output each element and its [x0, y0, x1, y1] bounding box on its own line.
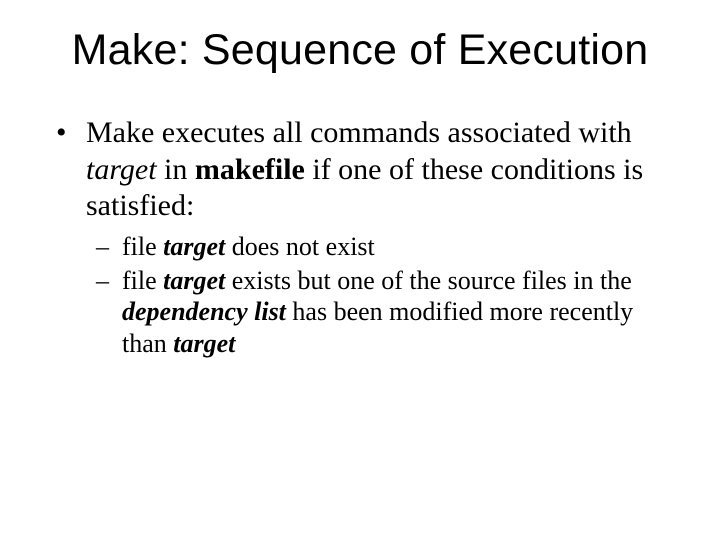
bullet-1-text-pre: Make executes all commands associated wi… [86, 116, 632, 149]
sub-bullet-1: file target does not exist [116, 231, 676, 263]
sub-bullet-2-target2: target [173, 329, 235, 358]
slide: Make: Sequence of Execution Make execute… [0, 0, 720, 540]
bullet-1-target: target [86, 153, 157, 186]
bullet-list: Make executes all commands associated wi… [44, 115, 676, 360]
sub-bullet-1-pre: file [122, 232, 163, 261]
sub-bullet-list: file target does not exist file target e… [86, 231, 676, 360]
sub-bullet-2-deplist: dependency list [122, 297, 286, 326]
bullet-1-mid1: in [157, 153, 195, 186]
slide-title: Make: Sequence of Execution [44, 28, 676, 73]
sub-bullet-1-target: target [163, 232, 225, 261]
sub-bullet-1-post: does not exist [225, 232, 375, 261]
sub-bullet-2-mid1: exists but one of the source files in th… [225, 266, 632, 295]
sub-bullet-2: file target exists but one of the source… [116, 265, 676, 360]
sub-bullet-2-pre: file [122, 266, 163, 295]
bullet-1-makefile: makefile [195, 153, 305, 186]
sub-bullet-2-target: target [163, 266, 225, 295]
bullet-1: Make executes all commands associated wi… [78, 115, 676, 360]
